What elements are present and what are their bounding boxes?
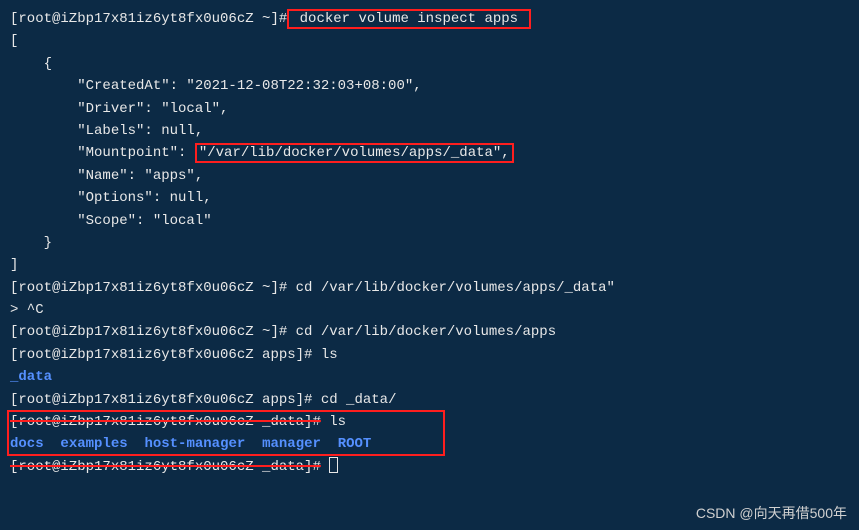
prompt: [root@iZbp17x81iz6yt8fx0u06cZ ~]# [10, 280, 287, 296]
json-driver: "Driver": "local", [10, 101, 228, 117]
output-line: "Mountpoint": "/var/lib/docker/volumes/a… [10, 142, 849, 164]
command-text: cd /var/lib/docker/volumes/apps [287, 324, 556, 340]
command-text: cd _data/ [312, 392, 396, 408]
json-name: "Name": "apps", [10, 168, 203, 184]
prompt-struck: [root@iZbp17x81iz6yt8fx0u06cZ _data]# [10, 459, 321, 475]
terminal-output: [root@iZbp17x81iz6yt8fx0u06cZ ~]# docker… [10, 8, 849, 478]
highlighted-command: docker volume inspect apps [287, 9, 530, 29]
json-mountpoint-key: "Mountpoint": [10, 145, 195, 161]
highlighted-block: [root@iZbp17x81iz6yt8fx0u06cZ _data]# ls… [10, 411, 849, 456]
ctrl-c: > ^C [10, 302, 44, 318]
json-brace: { [10, 56, 52, 72]
sep [44, 436, 61, 452]
prompt: [root@iZbp17x81iz6yt8fx0u06cZ ~]# [10, 11, 287, 27]
sep [245, 436, 262, 452]
cursor[interactable] [329, 457, 338, 473]
sep [321, 436, 338, 452]
json-bracket: [ [10, 33, 18, 49]
output-line: "Labels": null, [10, 120, 849, 142]
prompt: [root@iZbp17x81iz6yt8fx0u06cZ apps]# [10, 392, 312, 408]
output-line: } [10, 232, 849, 254]
dir-examples: examples [60, 436, 127, 452]
output-line: "Driver": "local", [10, 98, 849, 120]
output-line: "Scope": "local" [10, 210, 849, 232]
json-options: "Options": null, [10, 190, 212, 206]
dir-manager: manager [262, 436, 321, 452]
command-text: ls [312, 347, 337, 363]
cmd-line-4: [root@iZbp17x81iz6yt8fx0u06cZ apps]# ls [10, 344, 849, 366]
output-line: > ^C [10, 299, 849, 321]
json-labels: "Labels": null, [10, 123, 203, 139]
prompt-struck: [root@iZbp17x81iz6yt8fx0u06cZ _data]# [10, 414, 321, 430]
command-text: ls [321, 414, 346, 430]
json-scope: "Scope": "local" [10, 213, 212, 229]
cmd-line-3: [root@iZbp17x81iz6yt8fx0u06cZ ~]# cd /va… [10, 321, 849, 343]
output-line: "Name": "apps", [10, 165, 849, 187]
ls-output-2: docs examples host-manager manager ROOT [10, 433, 849, 455]
output-line: [ [10, 30, 849, 52]
prompt: [root@iZbp17x81iz6yt8fx0u06cZ apps]# [10, 347, 312, 363]
output-line: "Options": null, [10, 187, 849, 209]
ls-output: _data [10, 366, 849, 388]
watermark: CSDN @向天再借500年 [696, 502, 847, 524]
json-brace-close: } [10, 235, 52, 251]
cmd-line-2: [root@iZbp17x81iz6yt8fx0u06cZ ~]# cd /va… [10, 277, 849, 299]
cmd-line-6: [root@iZbp17x81iz6yt8fx0u06cZ _data]# ls [10, 411, 849, 433]
json-mountpoint-val: "/var/lib/docker/volumes/apps/_data", [199, 145, 510, 161]
dir-data: _data [10, 369, 52, 385]
json-createdat: "CreatedAt": "2021-12-08T22:32:03+08:00"… [10, 78, 422, 94]
cmd-line-1: [root@iZbp17x81iz6yt8fx0u06cZ ~]# docker… [10, 8, 849, 30]
cmd-line-5: [root@iZbp17x81iz6yt8fx0u06cZ apps]# cd … [10, 389, 849, 411]
dir-root: ROOT [338, 436, 372, 452]
sep [128, 436, 145, 452]
output-line: ] [10, 254, 849, 276]
json-bracket-close: ] [10, 257, 18, 273]
output-line: { [10, 53, 849, 75]
highlighted-mountpoint: "/var/lib/docker/volumes/apps/_data", [195, 143, 514, 163]
dir-host-manager: host-manager [144, 436, 245, 452]
command-text: docker volume inspect apps [291, 11, 526, 27]
cmd-line-7[interactable]: [root@iZbp17x81iz6yt8fx0u06cZ _data]# [10, 456, 849, 478]
dir-docs: docs [10, 436, 44, 452]
prompt: [root@iZbp17x81iz6yt8fx0u06cZ ~]# [10, 324, 287, 340]
command-text: cd /var/lib/docker/volumes/apps/_data" [287, 280, 615, 296]
output-line: "CreatedAt": "2021-12-08T22:32:03+08:00"… [10, 75, 849, 97]
